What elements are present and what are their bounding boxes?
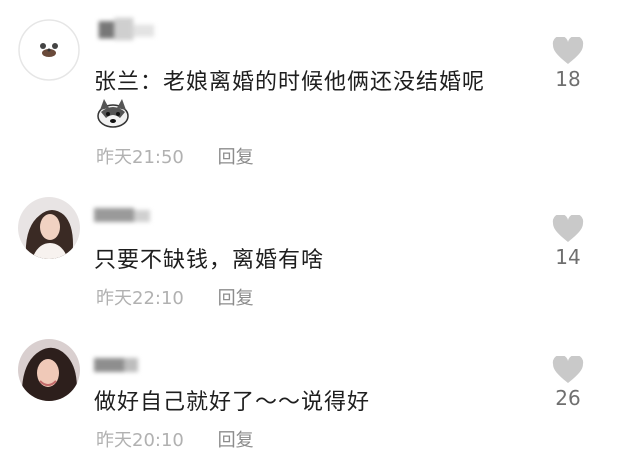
user-avatar[interactable] — [18, 339, 80, 401]
username-redacted — [94, 358, 138, 372]
heart-icon — [552, 356, 584, 383]
comment-list: 张兰：老娘离婚的时候他俩还没结婚呢 昨天21:50 回复 18 只要不缺钱，离婚… — [0, 0, 621, 464]
comment-meta: 昨天20:10 回复 — [96, 426, 254, 452]
like-button[interactable]: 26 — [548, 356, 588, 410]
comment-item: 做好自己就好了～～说得好 昨天20:10 回复 26 — [0, 0, 621, 464]
reply-button[interactable]: 回复 — [218, 426, 254, 452]
comment-time: 昨天20:10 — [96, 430, 184, 451]
like-count: 26 — [555, 386, 581, 410]
comment-text: 做好自己就好了～～说得好 — [94, 390, 371, 415]
